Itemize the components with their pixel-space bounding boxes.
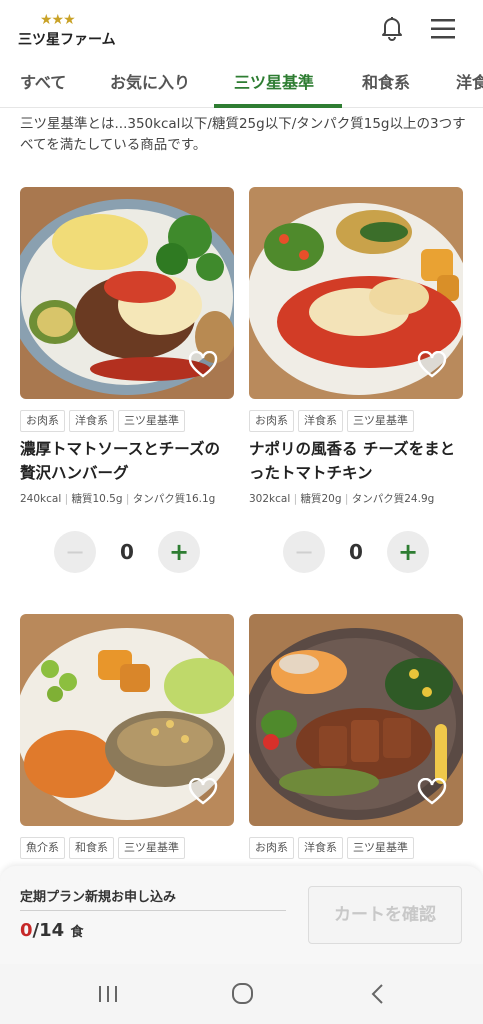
favorite-heart-icon[interactable] <box>417 350 447 379</box>
tag: 三ツ星基準 <box>118 837 185 859</box>
favorite-heart-icon[interactable] <box>188 777 218 806</box>
quantity-stepper: − 0 + <box>283 531 429 573</box>
increase-button[interactable]: + <box>387 531 429 573</box>
product-title[interactable]: 濃厚トマトソースとチーズの贅沢ハンバーグ <box>20 437 234 485</box>
home-icon[interactable] <box>222 978 262 1010</box>
view-cart-button[interactable]: カートを確認 <box>308 886 462 944</box>
tag: 和食系 <box>69 837 114 859</box>
brand-logo[interactable]: ★★★ 三ツ星ファーム <box>18 12 118 48</box>
tab-all[interactable]: すべて <box>20 58 66 107</box>
quantity-stepper: − 0 + <box>54 531 200 573</box>
sugar: 糖質20g <box>300 493 342 505</box>
product-tags: お肉系 洋食系 三ツ星基準 <box>249 409 418 432</box>
product-title[interactable]: ナポリの風香る チーズをまとったトマトチキン <box>249 437 463 485</box>
plan-label: 定期プラン新規お申し込み <box>20 890 177 905</box>
tag: お肉系 <box>249 410 294 432</box>
protein: タンパク質16.1g <box>132 493 216 505</box>
app-header: ★★★ 三ツ星ファーム <box>0 0 483 58</box>
decrease-button[interactable]: − <box>54 531 96 573</box>
tag: 魚介系 <box>20 837 65 859</box>
meal-count: 0/14 食 <box>20 920 83 941</box>
tag: 三ツ星基準 <box>347 837 414 859</box>
total-count: 14 <box>39 920 65 941</box>
favorite-heart-icon[interactable] <box>188 350 218 379</box>
active-tab-indicator <box>214 104 342 108</box>
back-icon[interactable] <box>358 978 398 1010</box>
product-tags: 魚介系 和食系 三ツ星基準 <box>20 836 189 859</box>
tab-western[interactable]: 洋食 <box>456 58 483 107</box>
hamburger-menu-icon[interactable] <box>429 16 457 42</box>
decrease-button[interactable]: − <box>283 531 325 573</box>
logo-stars: ★★★ <box>40 12 76 28</box>
favorite-heart-icon[interactable] <box>417 777 447 806</box>
protein: タンパク質24.9g <box>351 493 435 505</box>
increase-button[interactable]: + <box>158 531 200 573</box>
plan-summary-bar: 定期プラン新規お申し込み 0/14 食 カートを確認 <box>0 866 483 964</box>
tag: 洋食系 <box>298 410 343 432</box>
tag: 三ツ星基準 <box>347 410 414 432</box>
sugar: 糖質10.5g <box>71 493 123 505</box>
tag: 三ツ星基準 <box>118 410 185 432</box>
tab-japanese[interactable]: 和食系 <box>362 58 410 107</box>
nutrition-info: 240kcal | 糖質10.5g | タンパク質16.1g <box>20 493 216 505</box>
tag: お肉系 <box>20 410 65 432</box>
kcal: 240kcal <box>20 493 62 505</box>
nutrition-info: 302kcal | 糖質20g | タンパク質24.9g <box>249 493 435 505</box>
category-tabs: すべて お気に入り 三ツ星基準 和食系 洋食 <box>0 58 483 108</box>
tag: お肉系 <box>249 837 294 859</box>
divider <box>20 910 286 911</box>
current-count: 0 <box>20 920 33 941</box>
kcal: 302kcal <box>249 493 291 505</box>
brand-name: 三ツ星ファーム <box>18 32 116 48</box>
standard-description: 三ツ星基準とは...350kcal以下/糖質25g以下/タンパク質15g以上の3… <box>20 116 466 153</box>
tag: 洋食系 <box>298 837 343 859</box>
recent-apps-icon[interactable] <box>88 978 128 1010</box>
bell-icon[interactable] <box>378 14 406 42</box>
tag: 洋食系 <box>69 410 114 432</box>
product-tags: お肉系 洋食系 三ツ星基準 <box>249 836 418 859</box>
tab-favorites[interactable]: お気に入り <box>110 58 190 107</box>
system-navigation-bar <box>0 964 483 1024</box>
quantity-value: 0 <box>349 540 363 564</box>
count-unit: 食 <box>70 925 84 940</box>
tab-mitsuboshi-standard[interactable]: 三ツ星基準 <box>234 58 314 107</box>
quantity-value: 0 <box>120 540 134 564</box>
product-tags: お肉系 洋食系 三ツ星基準 <box>20 409 189 432</box>
